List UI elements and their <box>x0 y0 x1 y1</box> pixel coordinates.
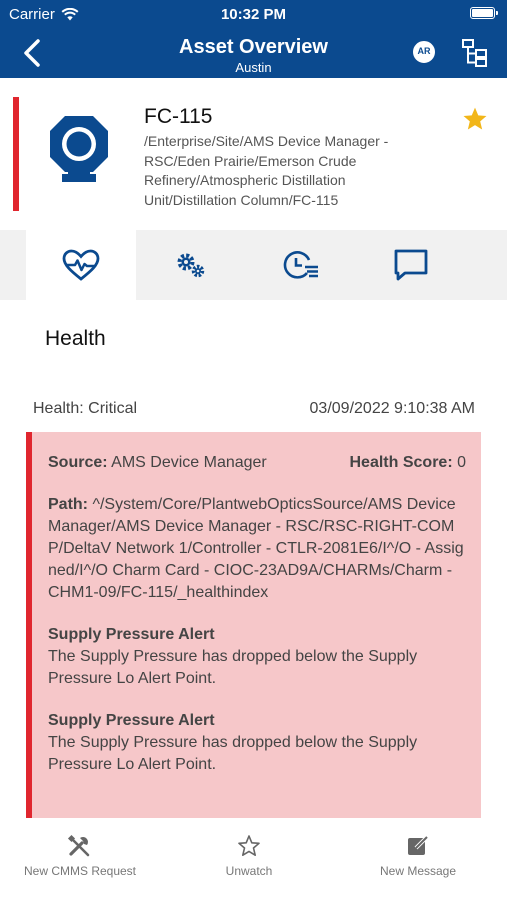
compose-icon <box>408 835 429 855</box>
tab-configuration[interactable] <box>136 230 246 300</box>
tab-bar <box>0 230 507 300</box>
heart-pulse-icon <box>62 249 100 281</box>
path-row: Path: ^/System/Core/PlantwebOpticsSource… <box>48 494 466 604</box>
page-subtitle: Austin <box>235 60 272 75</box>
favorite-star-icon[interactable] <box>462 106 488 132</box>
tab-history[interactable] <box>246 230 356 300</box>
status-bar: Carrier 10:32 PM <box>0 0 507 28</box>
app: Carrier 10:32 PM Asset Overview Austin A… <box>0 0 507 900</box>
health-status: Health: Critical <box>33 400 138 417</box>
hierarchy-icon[interactable] <box>461 38 489 68</box>
battery-icon <box>470 7 498 19</box>
unwatch-label: Unwatch <box>225 864 273 878</box>
path-label: Path: <box>48 496 88 513</box>
source-label: Source: <box>48 454 108 471</box>
alert-title: Supply Pressure Alert <box>48 626 215 643</box>
path-value: ^/System/Core/PlantwebOpticsSource/AMS D… <box>48 496 464 601</box>
critical-indicator <box>13 97 19 211</box>
new-message-label: New Message <box>379 864 457 878</box>
transmitter-icon <box>50 116 108 182</box>
source-value: AMS Device Manager <box>111 454 267 471</box>
alert-description: The Supply Pressure has dropped below th… <box>48 648 418 687</box>
source-row: Source: AMS Device Manager Health Score:… <box>48 452 466 474</box>
asset-name: FC-115 <box>144 105 213 128</box>
ar-button[interactable]: AR <box>413 41 435 63</box>
gears-icon <box>177 253 205 278</box>
section-title: Health <box>45 327 106 350</box>
message-icon <box>394 249 428 281</box>
critical-stripe <box>26 432 32 818</box>
new-cmms-request-label: New CMMS Request <box>23 864 137 878</box>
source: Source: AMS Device Manager <box>48 452 267 474</box>
health-score-label: Health Score: <box>349 454 453 471</box>
new-cmms-request-button[interactable]: New CMMS Request <box>18 834 142 878</box>
tab-health[interactable] <box>26 230 136 300</box>
asset-summary: FC-115 /Enterprise/Site/AMS Device Manag… <box>0 78 507 230</box>
alert-item: Supply Pressure Alert The Supply Pressur… <box>48 710 466 776</box>
alert-description: The Supply Pressure has dropped below th… <box>48 734 418 773</box>
nav-bar: Asset Overview Austin AR <box>0 28 507 78</box>
alert-title: Supply Pressure Alert <box>48 712 215 729</box>
health-alert-card: Source: AMS Device Manager Health Score:… <box>26 432 481 818</box>
new-message-button[interactable]: New Message <box>370 834 466 878</box>
health-timestamp: 03/09/2022 9:10:38 AM <box>309 400 475 417</box>
header: Carrier 10:32 PM Asset Overview Austin A… <box>0 0 507 78</box>
health-score-value: 0 <box>457 454 466 471</box>
unwatch-button[interactable]: Unwatch <box>204 834 294 878</box>
bottom-toolbar: New CMMS Request Unwatch New Message <box>0 818 507 900</box>
alert-item: Supply Pressure Alert The Supply Pressur… <box>48 624 466 690</box>
tab-messages[interactable] <box>356 230 466 300</box>
alert-card-content: Source: AMS Device Manager Health Score:… <box>48 452 466 796</box>
asset-path: /Enterprise/Site/AMS Device Manager - RS… <box>144 133 389 208</box>
clock-list-icon <box>283 251 318 279</box>
clock: 10:32 PM <box>220 6 287 23</box>
tools-icon <box>67 834 90 857</box>
health-score: Health Score: 0 <box>350 452 467 474</box>
star-outline-icon <box>238 835 260 856</box>
